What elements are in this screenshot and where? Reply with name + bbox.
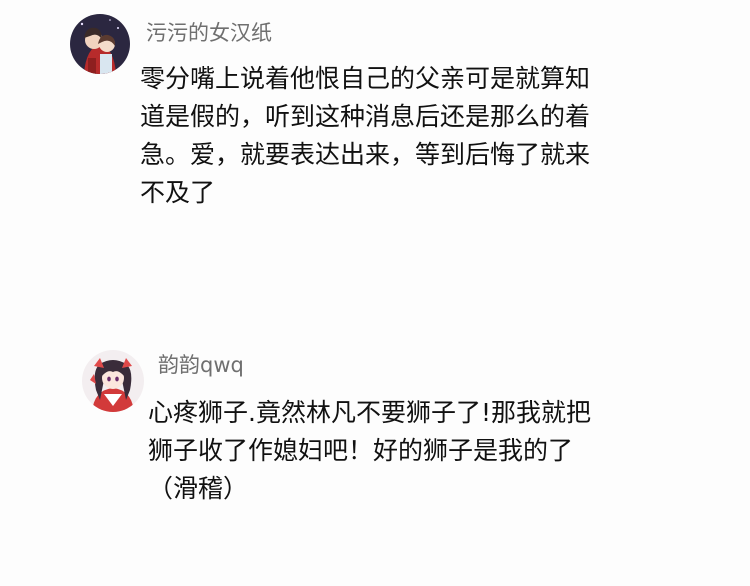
comment-item: 污污的女汉纸 零分嘴上说着他恨自己的父亲可是就算知 道是假的，听到这种消息后还是… (0, 0, 750, 300)
anime-girl-avatar-icon (82, 350, 144, 412)
username[interactable]: 污污的女汉纸 (146, 20, 272, 46)
user-avatar[interactable] (82, 350, 144, 412)
comment-text: 心疼狮子.竟然林凡不要狮子了!那我就把 狮子收了作媳妇吧！好的狮子是我的了 （滑… (148, 398, 591, 503)
user-avatar[interactable] (70, 14, 130, 74)
username[interactable]: 韵韵qwq (158, 352, 244, 378)
comment-item: 韵韵qwq 心疼狮子.竟然林凡不要狮子了!那我就把 狮子收了作媳妇吧！好的狮子是… (0, 330, 750, 586)
anime-couple-avatar-icon (70, 14, 130, 74)
comment-text: 零分嘴上说着他恨自己的父亲可是就算知 道是假的，听到这种消息后还是那么的着 急。… (140, 64, 591, 207)
